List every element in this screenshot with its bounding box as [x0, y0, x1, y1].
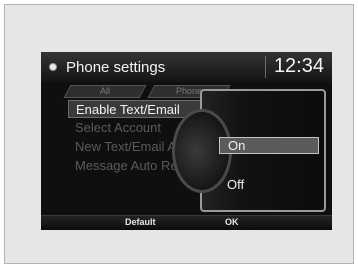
default-button[interactable]: Default [125, 217, 156, 227]
option-on[interactable]: On [219, 137, 319, 154]
ok-button[interactable]: OK [225, 217, 239, 227]
settings-dot-icon [49, 63, 57, 71]
header-divider [265, 56, 266, 78]
figure-frame: Phone settings 12:34 All Phone Enable Te… [4, 4, 354, 264]
screen-title: Phone settings [66, 59, 166, 76]
screen-footer: Default OK [41, 215, 332, 230]
navigation-screen: Phone settings 12:34 All Phone Enable Te… [41, 52, 332, 230]
clock: 12:34 [273, 55, 324, 77]
tab-all[interactable]: All [63, 85, 147, 98]
tab-phone-label: Phone [175, 86, 203, 96]
option-popup: On Off [172, 89, 326, 212]
screen-header: Phone settings 12:34 [41, 52, 332, 82]
tab-all-label: All [99, 86, 110, 96]
option-off[interactable]: Off [219, 177, 319, 194]
